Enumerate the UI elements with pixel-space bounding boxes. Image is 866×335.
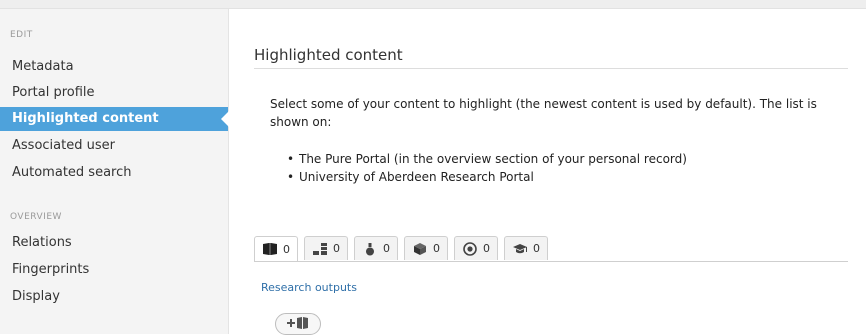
tab-count: 0	[483, 242, 490, 255]
tab-flask[interactable]: 0	[354, 236, 398, 260]
sidebar-item-automated-search[interactable]: Automated search	[0, 161, 228, 185]
graduation-cap-icon	[512, 242, 528, 256]
add-book-icon	[286, 315, 310, 334]
main-panel: Highlighted content Select some of your …	[229, 9, 866, 335]
sidebar-item-metadata[interactable]: Metadata	[0, 55, 228, 79]
tab-count: 0	[533, 242, 540, 255]
list-item: University of Aberdeen Research Portal	[287, 168, 687, 186]
page-title: Highlighted content	[254, 46, 403, 64]
flask-icon	[362, 242, 378, 256]
sidebar-item-relations[interactable]: Relations	[0, 231, 228, 255]
sidebar-item-portal-profile[interactable]: Portal profile	[0, 81, 228, 105]
cube-icon	[412, 242, 428, 256]
tab-target[interactable]: 0	[454, 236, 498, 260]
tab-count: 0	[283, 242, 290, 256]
tabs-divider	[254, 261, 848, 262]
sidebar: EDIT Metadata Portal profile Highlighted…	[0, 9, 229, 334]
sidebar-item-highlighted-content[interactable]: Highlighted content	[0, 107, 229, 131]
tab-count: 0	[433, 242, 440, 255]
description-text: Select some of your content to highlight…	[270, 97, 817, 129]
sidebar-item-fingerprints[interactable]: Fingerprints	[0, 258, 228, 282]
list-item: The Pure Portal (in the overview section…	[287, 150, 687, 168]
tab-cube[interactable]: 0	[404, 236, 448, 260]
sidebar-item-associated-user[interactable]: Associated user	[0, 134, 228, 158]
portal-list: The Pure Portal (in the overview section…	[287, 150, 687, 186]
sidebar-item-display[interactable]: Display	[0, 285, 228, 309]
tab-graduation-cap[interactable]: 0	[504, 236, 548, 260]
target-icon	[462, 241, 478, 256]
section-label-overview: OVERVIEW	[10, 212, 62, 222]
research-outputs-link[interactable]: Research outputs	[261, 281, 357, 294]
stacked-blocks-icon	[312, 242, 328, 256]
content-type-tabs: 0 0 0 0 0 0	[254, 236, 548, 261]
title-divider	[254, 68, 848, 69]
book-icon	[262, 242, 278, 256]
top-bar	[0, 0, 866, 9]
tab-count: 0	[383, 242, 390, 255]
section-label-edit: EDIT	[10, 30, 33, 40]
tab-research-outputs[interactable]: 0	[254, 236, 298, 261]
add-research-output-button[interactable]	[275, 313, 321, 335]
tab-count: 0	[333, 242, 340, 255]
tab-stacked-blocks[interactable]: 0	[304, 236, 348, 260]
